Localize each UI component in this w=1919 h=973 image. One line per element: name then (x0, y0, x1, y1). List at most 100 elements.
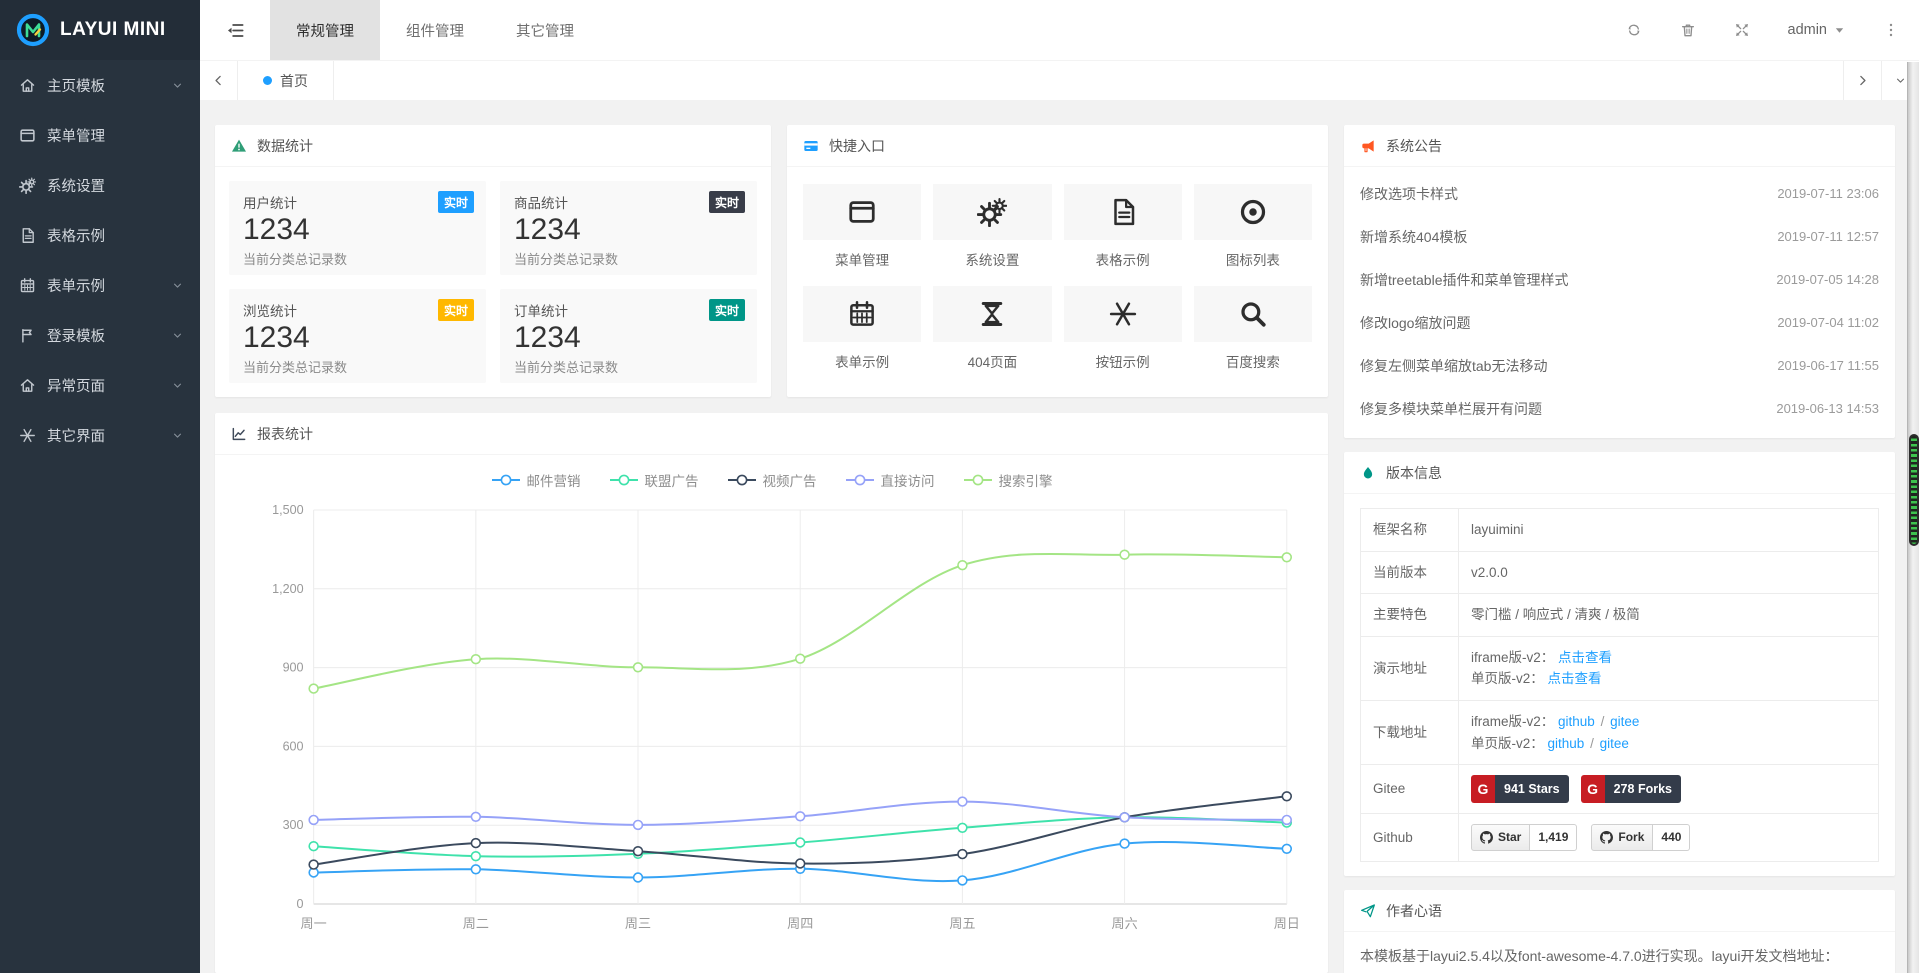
chart-point (1282, 816, 1291, 825)
quick-entry-label: 表单示例 (803, 351, 921, 371)
announcement-title: 新增系统404模板 (1360, 227, 1467, 247)
more-options-icon[interactable] (1883, 22, 1899, 38)
github-count: 440 (1653, 824, 1690, 851)
sidebar-collapse-button[interactable] (200, 0, 270, 60)
stat-card-3: 订单统计1234当前分类总记录数实时 (500, 289, 757, 383)
sidebar-menu: 主页模板菜单管理系统设置表格示例表单示例登录模板异常页面其它界面 (0, 60, 200, 460)
user-dropdown[interactable]: admin (1788, 22, 1846, 38)
panel-data-stats-header: 数据统计 (215, 125, 771, 167)
sidebar-item-1[interactable]: 菜单管理 (0, 110, 200, 160)
top-tab-1[interactable]: 组件管理 (380, 0, 490, 60)
tab-home[interactable]: 首页 (238, 61, 334, 100)
panel-quick-entry-header: 快捷入口 (787, 125, 1328, 167)
version-link[interactable]: 点击查看 (1558, 650, 1612, 665)
tab-scroll-right-button[interactable] (1843, 61, 1881, 100)
version-link[interactable]: gitee (1600, 736, 1629, 751)
chart-point (958, 823, 967, 832)
top-tab-2[interactable]: 其它管理 (490, 0, 600, 60)
quick-entry-7[interactable]: 百度搜索 (1194, 286, 1312, 371)
announcement-title: 修改logo缩放问题 (1360, 313, 1470, 333)
legend-item-1[interactable]: 联盟广告 (609, 470, 699, 490)
refresh-icon[interactable] (1626, 22, 1642, 38)
page-scrollbar[interactable] (1907, 62, 1919, 973)
legend-marker-icon (727, 474, 757, 486)
quick-entry-3[interactable]: 图标列表 (1194, 184, 1312, 269)
realtime-badge: 实时 (438, 191, 474, 213)
version-row-6: GithubStar1,419Fork440 (1361, 814, 1879, 862)
announcement-date: 2019-07-11 23:06 (1777, 186, 1879, 201)
stats-grid: 用户统计1234当前分类总记录数实时商品统计1234当前分类总记录数实时浏览统计… (215, 167, 771, 397)
quick-entry-label: 系统设置 (933, 249, 1051, 269)
sidebar-item-0[interactable]: 主页模板 (0, 60, 200, 110)
chevron-down-icon (171, 279, 184, 292)
chart-point (796, 654, 805, 663)
quick-entry-6[interactable]: 按钮示例 (1064, 286, 1182, 371)
quick-entry-4[interactable]: 表单示例 (803, 286, 921, 371)
octocat-icon (1600, 831, 1613, 844)
legend-item-4[interactable]: 搜索引擎 (963, 470, 1053, 490)
sidebar-item-3[interactable]: 表格示例 (0, 210, 200, 260)
version-row-label: 演示地址 (1361, 636, 1459, 700)
announcement-row-3[interactable]: 修改logo缩放问题2019-07-04 11:02 (1360, 301, 1879, 344)
announcement-row-0[interactable]: 修改选项卡样式2019-07-11 23:06 (1360, 172, 1879, 215)
app-logo[interactable]: LAYUI MINI (0, 0, 200, 60)
sidebar-item-label: 系统设置 (47, 175, 184, 196)
announcement-row-1[interactable]: 新增系统404模板2019-07-11 12:57 (1360, 215, 1879, 258)
gitee-badge-1[interactable]: G278 Forks (1581, 775, 1681, 803)
github-fork-button[interactable]: Fork (1591, 824, 1653, 851)
quick-entry-label: 404页面 (933, 351, 1051, 371)
version-link[interactable]: gitee (1610, 714, 1639, 729)
legend-marker-icon (491, 474, 521, 486)
version-row-label: Gitee (1361, 765, 1459, 814)
chart-point (958, 797, 967, 806)
active-tab-dot (263, 76, 272, 85)
sidebar-item-2[interactable]: 系统设置 (0, 160, 200, 210)
chart-point (309, 684, 318, 693)
chart-point (958, 850, 967, 859)
announcement-title: 修复多模块菜单栏展开有问题 (1360, 399, 1542, 419)
legend-item-0[interactable]: 邮件营销 (491, 470, 581, 490)
legend-item-3[interactable]: 直接访问 (845, 470, 935, 490)
sidebar-item-6[interactable]: 异常页面 (0, 360, 200, 410)
svg-text:900: 900 (283, 661, 304, 675)
version-link[interactable]: github (1558, 714, 1595, 729)
quick-entry-5[interactable]: 404页面 (933, 286, 1051, 371)
fullscreen-icon[interactable] (1734, 22, 1750, 38)
scrollbar-thumb[interactable] (1909, 434, 1919, 546)
chart-point (309, 860, 318, 869)
version-link[interactable]: 点击查看 (1548, 671, 1602, 686)
github-button-label: Fork (1618, 828, 1644, 847)
window-icon (803, 184, 921, 240)
github-widget-0[interactable]: Star1,419 (1471, 824, 1577, 851)
main-area: 常规管理组件管理其它管理 admin 首页 (200, 0, 1919, 973)
svg-text:600: 600 (283, 739, 304, 753)
chart-point (471, 812, 480, 821)
chart-point (1282, 844, 1291, 853)
top-tab-0[interactable]: 常规管理 (270, 0, 380, 60)
announcement-title: 新增treetable插件和菜单管理样式 (1360, 270, 1568, 290)
github-star-button[interactable]: Star (1471, 824, 1530, 851)
announcement-row-5[interactable]: 修复多模块菜单栏展开有问题2019-06-13 14:53 (1360, 387, 1879, 430)
navbar-actions: admin (1626, 0, 1919, 60)
clear-cache-icon[interactable] (1680, 22, 1696, 38)
quick-entry-2[interactable]: 表格示例 (1064, 184, 1182, 269)
quick-entry-0[interactable]: 菜单管理 (803, 184, 921, 269)
sidebar-item-7[interactable]: 其它界面 (0, 410, 200, 460)
chart-point (796, 812, 805, 821)
legend-item-2[interactable]: 视频广告 (727, 470, 817, 490)
announcement-row-4[interactable]: 修复左侧菜单缩放tab无法移动2019-06-17 11:55 (1360, 344, 1879, 387)
svg-text:0: 0 (297, 897, 304, 911)
sidebar-item-4[interactable]: 表单示例 (0, 260, 200, 310)
tab-scroll-left-button[interactable] (200, 61, 238, 100)
octocat-icon (1480, 831, 1493, 844)
github-widget-1[interactable]: Fork 440 (1591, 824, 1690, 851)
chevron-left-icon (212, 74, 225, 87)
version-link[interactable]: github (1548, 736, 1585, 751)
chart-point (1282, 792, 1291, 801)
version-row-1: 当前版本v2.0.0 (1361, 551, 1879, 594)
sidebar-item-5[interactable]: 登录模板 (0, 310, 200, 360)
gitee-badge-0[interactable]: G941 Stars (1471, 775, 1569, 803)
report-chart: 03006009001,2001,500周一周二周三周四周五周六周日 (227, 496, 1316, 948)
announcement-row-2[interactable]: 新增treetable插件和菜单管理样式2019-07-05 14:28 (1360, 258, 1879, 301)
quick-entry-1[interactable]: 系统设置 (933, 184, 1051, 269)
